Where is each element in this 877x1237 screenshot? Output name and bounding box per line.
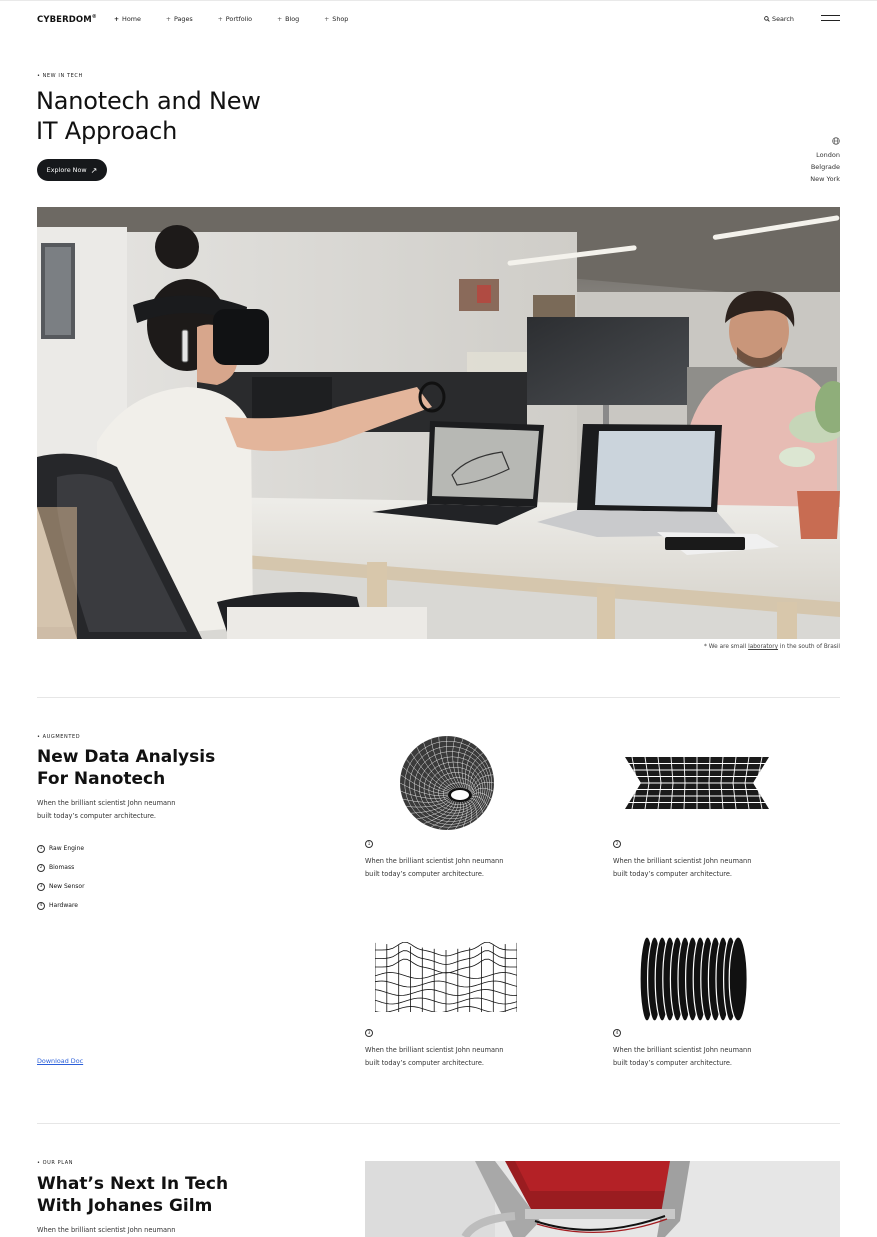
disc-stack-illustration <box>639 936 748 1022</box>
analysis-eyebrow: Augmented <box>37 734 80 740</box>
number-3-icon: 3 <box>365 1029 373 1037</box>
plus-icon: + <box>324 15 330 23</box>
card-line-1: When the brilliant scientist John neuman… <box>365 1046 504 1054</box>
nav-label: Portfolio <box>225 15 253 23</box>
nav-item-blog[interactable]: + Blog <box>277 15 299 23</box>
card-line-2: built today’s computer architecture. <box>365 869 484 878</box>
nav-item-home[interactable]: + Home <box>114 15 141 23</box>
hero-eyebrow: New in tech <box>37 73 83 79</box>
card-description: When the brilliant scientist John neuman… <box>613 1044 793 1069</box>
feature-label: Raw Engine <box>49 845 85 852</box>
plus-icon: + <box>217 15 223 23</box>
arrow-up-right-icon: ↗ <box>90 165 98 175</box>
hero-title-line-1: Nanotech and New <box>36 87 261 115</box>
plus-icon: + <box>165 15 171 23</box>
feature-list: 1 Raw Engine 2 Biomass 3 New Sensor 4 Hardwa… <box>37 839 85 915</box>
analysis-title-line-2: For Nanotech <box>37 769 166 789</box>
card-line-1: When the brilliant scientist John neuman… <box>613 1046 752 1054</box>
section-divider <box>37 1123 840 1124</box>
hero-title-line-2: IT Approach <box>36 117 178 145</box>
search-label: Search <box>772 15 794 23</box>
section-divider <box>37 697 840 698</box>
city-london: London <box>816 151 840 159</box>
explore-now-label: Explore Now <box>46 166 87 174</box>
caption-suffix: in the south of Brasil <box>778 644 840 650</box>
feature-label: Hardware <box>49 902 78 909</box>
number-4-icon: 4 <box>37 901 45 910</box>
feature-item-raw-engine[interactable]: 1 Raw Engine <box>37 839 85 858</box>
nav-item-pages[interactable]: + Pages <box>166 15 193 23</box>
analysis-title: New Data Analysis For Nanotech <box>37 746 215 790</box>
laboratory-link[interactable]: laboratory <box>748 644 778 650</box>
nav-label: Home <box>122 15 141 23</box>
plan-title-line-2: With Johanes Gilm <box>37 1196 213 1216</box>
plan-title: What’s Next In Tech With Johanes Gilm <box>37 1173 228 1217</box>
desc-line-1: When the brilliant scientist John neuman… <box>37 799 176 807</box>
card-line-1: When the brilliant scientist John neuman… <box>613 857 752 865</box>
main-nav: + Home + Pages + Portfolio + Blog + Shop <box>114 15 373 23</box>
download-doc-link[interactable]: Download Doc <box>37 1057 83 1065</box>
number-1-icon: 1 <box>365 840 373 848</box>
logo-text: CYBERDOM <box>37 15 92 25</box>
card-line-2: built today’s computer architecture. <box>365 1058 484 1067</box>
plus-icon: + <box>114 15 120 23</box>
card-description: When the brilliant scientist John neuman… <box>613 855 793 880</box>
feature-card-1: 1 When the brilliant scientist John neum… <box>365 734 545 884</box>
city-belgrade: Belgrade <box>810 163 840 171</box>
nav-label: Shop <box>332 15 349 23</box>
explore-now-button[interactable]: Explore Now ↗ <box>37 159 107 181</box>
card-line-1: When the brilliant scientist John neuman… <box>365 857 504 865</box>
number-4-icon: 4 <box>613 1029 621 1037</box>
feature-item-hardware[interactable]: 4 Hardware <box>37 896 85 915</box>
hero-caption: * We are small laboratory in the south o… <box>704 644 840 650</box>
feature-card-2: 2 When the brilliant scientist John neum… <box>613 734 793 884</box>
nav-item-shop[interactable]: + Shop <box>324 15 348 23</box>
hero-title: Nanotech and New IT Approach <box>36 86 356 146</box>
feature-label: Biomass <box>49 864 75 871</box>
city-new-york: New York <box>810 175 840 183</box>
logo-mark: ® <box>91 14 97 20</box>
number-3-icon: 3 <box>37 882 45 891</box>
search-button[interactable]: Search <box>764 15 794 23</box>
analysis-title-line-1: New Data Analysis <box>37 747 216 767</box>
globe-icon <box>810 137 840 149</box>
card-description: When the brilliant scientist John neuman… <box>365 855 545 880</box>
caption-prefix: * We are small <box>704 644 749 650</box>
desc-line-2: built today’s computer architecture. <box>37 811 156 820</box>
card-description: When the brilliant scientist John neuman… <box>365 1044 545 1069</box>
wireframe-torus-illustration <box>400 736 494 830</box>
nav-label: Blog <box>285 15 300 23</box>
feature-item-new-sensor[interactable]: 3 New Sensor <box>37 877 85 896</box>
plan-title-line-1: What’s Next In Tech <box>37 1174 229 1194</box>
search-icon <box>764 16 770 22</box>
wave-mesh-illustration <box>375 942 517 1012</box>
analysis-description: When the brilliant scientist John neuman… <box>37 797 217 822</box>
nav-label: Pages <box>173 15 193 23</box>
feature-card-4: 4 When the brilliant scientist John neum… <box>613 936 793 1076</box>
chevron-grid-illustration <box>625 757 769 809</box>
plan-eyebrow: Our plan <box>37 1160 73 1166</box>
number-2-icon: 2 <box>613 840 621 848</box>
card-line-2: built today’s computer architecture. <box>613 1058 732 1067</box>
nav-item-portfolio[interactable]: + Portfolio <box>218 15 252 23</box>
hero-photo <box>37 207 840 639</box>
hamburger-menu-icon[interactable] <box>821 14 840 22</box>
number-1-icon: 1 <box>37 844 45 853</box>
plus-icon: + <box>277 15 283 23</box>
site-header: CYBERDOM® + Home + Pages + Portfolio + Blog … <box>37 0 840 38</box>
feature-item-biomass[interactable]: 2 Biomass <box>37 858 85 877</box>
feature-label: New Sensor <box>49 883 85 890</box>
card-line-2: built today’s computer architecture. <box>613 869 732 878</box>
plan-description: When the brilliant scientist John neuman… <box>37 1226 176 1234</box>
city-list: London Belgrade New York <box>810 137 840 185</box>
feature-card-3: 3 When the brilliant scientist John neum… <box>365 936 545 1076</box>
plan-photo <box>365 1161 840 1237</box>
logo[interactable]: CYBERDOM® <box>37 14 97 25</box>
number-2-icon: 2 <box>37 863 45 872</box>
